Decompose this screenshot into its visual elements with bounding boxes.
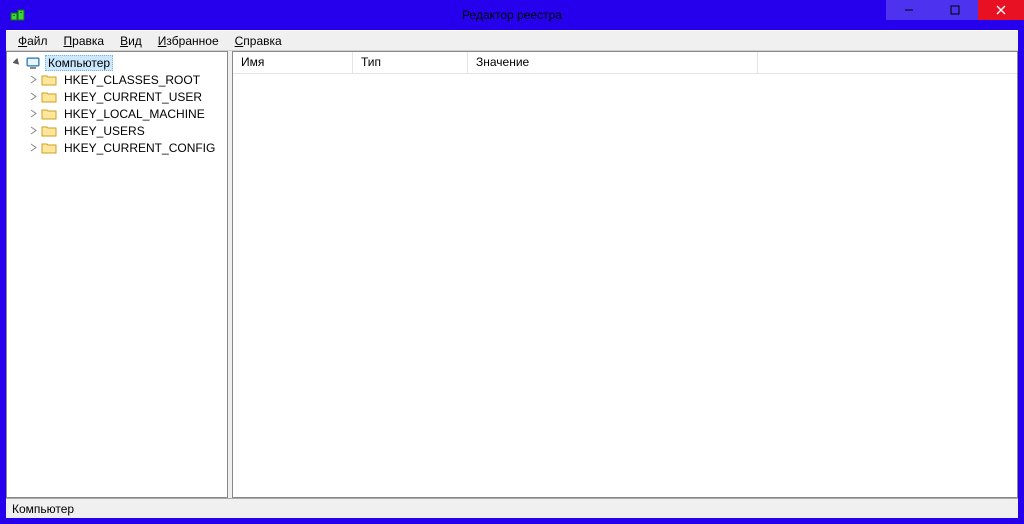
list-header: Имя Тип Значение bbox=[233, 52, 1017, 74]
registry-tree: Компьютер HKEY_CLASSES_ROOT bbox=[7, 52, 227, 158]
tree-node-hku[interactable]: HKEY_USERS bbox=[7, 122, 227, 139]
menu-edit[interactable]: Правка bbox=[56, 32, 113, 50]
client-area: Файл Правка Вид Избранное Справка bbox=[6, 30, 1018, 518]
menu-help[interactable]: Справка bbox=[227, 32, 290, 50]
expand-icon[interactable] bbox=[27, 91, 39, 103]
tree-label: HKEY_CURRENT_CONFIG bbox=[61, 140, 218, 156]
maximize-button[interactable] bbox=[932, 0, 978, 20]
folder-icon bbox=[41, 140, 57, 156]
app-icon bbox=[10, 7, 26, 23]
close-button[interactable] bbox=[978, 0, 1024, 20]
tree-node-computer[interactable]: Компьютер bbox=[7, 54, 227, 71]
tree-node-hkcc[interactable]: HKEY_CURRENT_CONFIG bbox=[7, 139, 227, 156]
list-pane[interactable]: Имя Тип Значение bbox=[232, 51, 1018, 498]
menubar: Файл Правка Вид Избранное Справка bbox=[6, 30, 1018, 50]
menu-favorites[interactable]: Избранное bbox=[150, 32, 227, 50]
tree-label: HKEY_CLASSES_ROOT bbox=[61, 72, 203, 88]
tree-label: HKEY_USERS bbox=[61, 123, 148, 139]
expand-icon[interactable] bbox=[27, 125, 39, 137]
expand-icon[interactable] bbox=[27, 74, 39, 86]
list-body[interactable] bbox=[233, 74, 1017, 497]
registry-editor-window: Редактор реестра Файл Правка Вид Избранн… bbox=[0, 0, 1024, 524]
tree-label: HKEY_CURRENT_USER bbox=[61, 89, 205, 105]
computer-icon bbox=[25, 55, 41, 71]
column-type[interactable]: Тип bbox=[353, 52, 468, 73]
status-path: Компьютер bbox=[12, 502, 74, 516]
folder-icon bbox=[41, 123, 57, 139]
minimize-button[interactable] bbox=[886, 0, 932, 20]
expand-icon[interactable] bbox=[27, 142, 39, 154]
column-name[interactable]: Имя bbox=[233, 52, 353, 73]
menu-view[interactable]: Вид bbox=[112, 32, 150, 50]
tree-node-hkcu[interactable]: HKEY_CURRENT_USER bbox=[7, 88, 227, 105]
window-title: Редактор реестра bbox=[0, 8, 1024, 22]
folder-icon bbox=[41, 72, 57, 88]
content: Компьютер HKEY_CLASSES_ROOT bbox=[6, 50, 1018, 498]
column-overflow[interactable] bbox=[758, 52, 1017, 73]
titlebar[interactable]: Редактор реестра bbox=[0, 0, 1024, 30]
folder-icon bbox=[41, 106, 57, 122]
tree-pane[interactable]: Компьютер HKEY_CLASSES_ROOT bbox=[6, 51, 228, 498]
column-value[interactable]: Значение bbox=[468, 52, 758, 73]
tree-label: HKEY_LOCAL_MACHINE bbox=[61, 106, 208, 122]
collapse-icon[interactable] bbox=[11, 57, 23, 69]
menu-file[interactable]: Файл bbox=[10, 32, 56, 50]
tree-node-hkcr[interactable]: HKEY_CLASSES_ROOT bbox=[7, 71, 227, 88]
statusbar: Компьютер bbox=[6, 498, 1018, 518]
tree-node-hklm[interactable]: HKEY_LOCAL_MACHINE bbox=[7, 105, 227, 122]
window-controls bbox=[886, 0, 1024, 20]
folder-icon bbox=[41, 89, 57, 105]
expand-icon[interactable] bbox=[27, 108, 39, 120]
tree-label: Компьютер bbox=[45, 55, 113, 71]
